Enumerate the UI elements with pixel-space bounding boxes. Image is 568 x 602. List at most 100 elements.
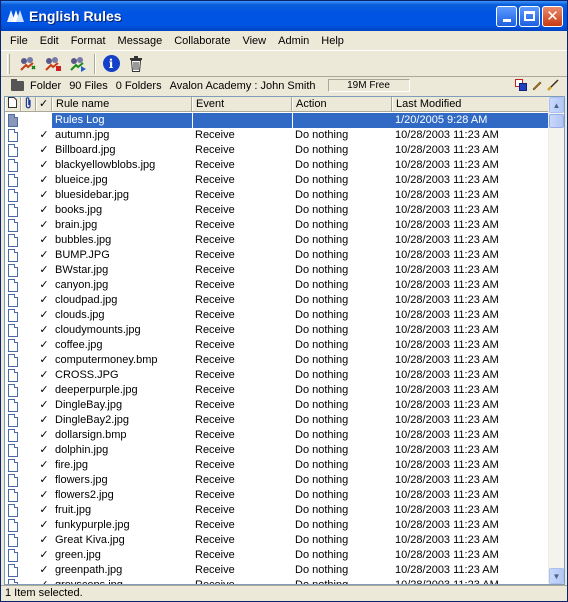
- table-row[interactable]: ✓ blueice.jpg Receive Do nothing 10/28/2003 …: [5, 173, 550, 188]
- row-enabled-check[interactable]: ✓: [36, 158, 52, 173]
- scroll-down-button[interactable]: ▼: [549, 568, 564, 584]
- close-button[interactable]: ✕: [542, 5, 563, 27]
- row-enabled-check[interactable]: ✓: [36, 173, 52, 188]
- pencil-icon[interactable]: [531, 79, 543, 91]
- table-row[interactable]: ✓ computermoney.bmp Receive Do nothing 10/28…: [5, 353, 550, 368]
- column-header-rule-name[interactable]: Rule name: [52, 97, 192, 111]
- row-enabled-check[interactable]: ✓: [36, 263, 52, 278]
- table-row[interactable]: ✓ dolphin.jpg Receive Do nothing 10/28/2003 …: [5, 443, 550, 458]
- run-rule-button[interactable]: [66, 53, 90, 75]
- table-row[interactable]: ✓ bubbles.jpg Receive Do nothing 10/28/2003 …: [5, 233, 550, 248]
- table-row[interactable]: ✓ deeperpurple.jpg Receive Do nothing 10/28/…: [5, 383, 550, 398]
- new-rule-button[interactable]: [16, 53, 40, 75]
- row-enabled-check[interactable]: ✓: [36, 578, 52, 584]
- row-enabled-check[interactable]: ✓: [36, 323, 52, 338]
- row-enabled-check[interactable]: ✓: [36, 533, 52, 548]
- menu-admin[interactable]: Admin: [272, 35, 315, 47]
- table-row[interactable]: ✓ Great Kiva.jpg Receive Do nothing 10/28/20…: [5, 533, 550, 548]
- row-enabled-check[interactable]: ✓: [36, 353, 52, 368]
- column-header-type[interactable]: [5, 97, 21, 111]
- table-row[interactable]: Rules Log 1/20/2005 9:28 AM: [5, 113, 550, 128]
- row-type-cell: [5, 458, 21, 473]
- column-header-enabled[interactable]: ✓: [36, 97, 52, 111]
- menu-message[interactable]: Message: [112, 35, 169, 47]
- row-enabled-check[interactable]: ✓: [36, 248, 52, 263]
- row-enabled-check[interactable]: ✓: [36, 473, 52, 488]
- row-rule-name: funkypurple.jpg: [55, 519, 130, 531]
- row-enabled-check[interactable]: ✓: [36, 548, 52, 563]
- column-header-last-modified[interactable]: Last Modified: [392, 97, 550, 111]
- row-enabled-check[interactable]: ✓: [36, 503, 52, 518]
- column-header-action[interactable]: Action: [292, 97, 392, 111]
- edit-rule-button[interactable]: [41, 53, 65, 75]
- table-row[interactable]: ✓ brain.jpg Receive Do nothing 10/28/2003 11…: [5, 218, 550, 233]
- row-enabled-check[interactable]: ✓: [36, 383, 52, 398]
- table-row[interactable]: ✓ greenpath.jpg Receive Do nothing 10/28/200…: [5, 563, 550, 578]
- menu-format[interactable]: Format: [65, 35, 112, 47]
- row-enabled-check[interactable]: ✓: [36, 413, 52, 428]
- menu-help[interactable]: Help: [315, 35, 350, 47]
- table-row[interactable]: ✓ fruit.jpg Receive Do nothing 10/28/2003 11…: [5, 503, 550, 518]
- row-enabled-check[interactable]: ✓: [36, 428, 52, 443]
- table-row[interactable]: ✓ flowers2.jpg Receive Do nothing 10/28/2003…: [5, 488, 550, 503]
- table-row[interactable]: ✓ green.jpg Receive Do nothing 10/28/2003 11…: [5, 548, 550, 563]
- column-header-event[interactable]: Event: [192, 97, 292, 111]
- maximize-button[interactable]: [519, 5, 540, 27]
- menu-edit[interactable]: Edit: [34, 35, 65, 47]
- title-bar[interactable]: English Rules ✕: [1, 1, 567, 31]
- brush-icon[interactable]: [547, 79, 559, 91]
- table-row[interactable]: ✓ funkypurple.jpg Receive Do nothing 10/28/2…: [5, 518, 550, 533]
- row-enabled-check[interactable]: ✓: [36, 518, 52, 533]
- row-enabled-check[interactable]: ✓: [36, 338, 52, 353]
- scroll-thumb[interactable]: [549, 114, 564, 128]
- vertical-scrollbar[interactable]: ▲ ▼: [548, 97, 564, 584]
- table-row[interactable]: ✓ fire.jpg Receive Do nothing 10/28/2003 11:…: [5, 458, 550, 473]
- row-enabled-check[interactable]: ✓: [36, 233, 52, 248]
- table-row[interactable]: ✓ cloudpad.jpg Receive Do nothing 10/28/2003…: [5, 293, 550, 308]
- table-row[interactable]: ✓ flowers.jpg Receive Do nothing 10/28/2003 …: [5, 473, 550, 488]
- row-enabled-check[interactable]: ✓: [36, 443, 52, 458]
- row-type-cell: [5, 428, 21, 443]
- table-row[interactable]: ✓ autumn.jpg Receive Do nothing 10/28/2003 1…: [5, 128, 550, 143]
- row-enabled-check[interactable]: ✓: [36, 398, 52, 413]
- row-enabled-check[interactable]: ✓: [36, 488, 52, 503]
- menu-file[interactable]: File: [4, 35, 34, 47]
- table-row[interactable]: ✓ greysceps.jpg Receive Do nothing 10/28/200…: [5, 578, 550, 584]
- table-row[interactable]: ✓ canyon.jpg Receive Do nothing 10/28/2003 1…: [5, 278, 550, 293]
- table-row[interactable]: ✓ DingleBay.jpg Receive Do nothing 10/28/200…: [5, 398, 550, 413]
- table-row[interactable]: ✓ Billboard.jpg Receive Do nothing 10/28/200…: [5, 143, 550, 158]
- row-enabled-check[interactable]: ✓: [36, 203, 52, 218]
- row-enabled-check[interactable]: ✓: [36, 458, 52, 473]
- row-enabled-check[interactable]: [36, 113, 52, 128]
- row-enabled-check[interactable]: ✓: [36, 563, 52, 578]
- row-enabled-check[interactable]: ✓: [36, 368, 52, 383]
- row-enabled-check[interactable]: ✓: [36, 143, 52, 158]
- document-icon: [8, 97, 17, 108]
- menu-collaborate[interactable]: Collaborate: [168, 35, 236, 47]
- menu-view[interactable]: View: [236, 35, 272, 47]
- row-enabled-check[interactable]: ✓: [36, 278, 52, 293]
- table-row[interactable]: ✓ books.jpg Receive Do nothing 10/28/2003 11…: [5, 203, 550, 218]
- row-enabled-check[interactable]: ✓: [36, 128, 52, 143]
- table-row[interactable]: ✓ BWstar.jpg Receive Do nothing 10/28/2003 1…: [5, 263, 550, 278]
- minimize-button[interactable]: [496, 5, 517, 27]
- table-row[interactable]: ✓ bluesidebar.jpg Receive Do nothing 10/28/2…: [5, 188, 550, 203]
- copy-icon[interactable]: [515, 79, 527, 91]
- row-enabled-check[interactable]: ✓: [36, 218, 52, 233]
- toolbar-grip[interactable]: [7, 53, 10, 74]
- table-row[interactable]: ✓ BUMP.JPG Receive Do nothing 10/28/2003 11:…: [5, 248, 550, 263]
- delete-button[interactable]: [124, 53, 148, 75]
- row-enabled-check[interactable]: ✓: [36, 293, 52, 308]
- column-header-attachment[interactable]: [21, 97, 36, 111]
- row-enabled-check[interactable]: ✓: [36, 188, 52, 203]
- scroll-up-button[interactable]: ▲: [549, 97, 564, 113]
- table-row[interactable]: ✓ cloudymounts.jpg Receive Do nothing 10/28/…: [5, 323, 550, 338]
- table-row[interactable]: ✓ clouds.jpg Receive Do nothing 10/28/2003 1…: [5, 308, 550, 323]
- info-button[interactable]: i: [99, 53, 123, 75]
- table-row[interactable]: ✓ coffee.jpg Receive Do nothing 10/28/2003 1…: [5, 338, 550, 353]
- table-row[interactable]: ✓ DingleBay2.jpg Receive Do nothing 10/28/20…: [5, 413, 550, 428]
- table-row[interactable]: ✓ blackyellowblobs.jpg Receive Do nothing 10…: [5, 158, 550, 173]
- row-enabled-check[interactable]: ✓: [36, 308, 52, 323]
- table-row[interactable]: ✓ CROSS.JPG Receive Do nothing 10/28/2003 11…: [5, 368, 550, 383]
- table-row[interactable]: ✓ dollarsign.bmp Receive Do nothing 10/28/20…: [5, 428, 550, 443]
